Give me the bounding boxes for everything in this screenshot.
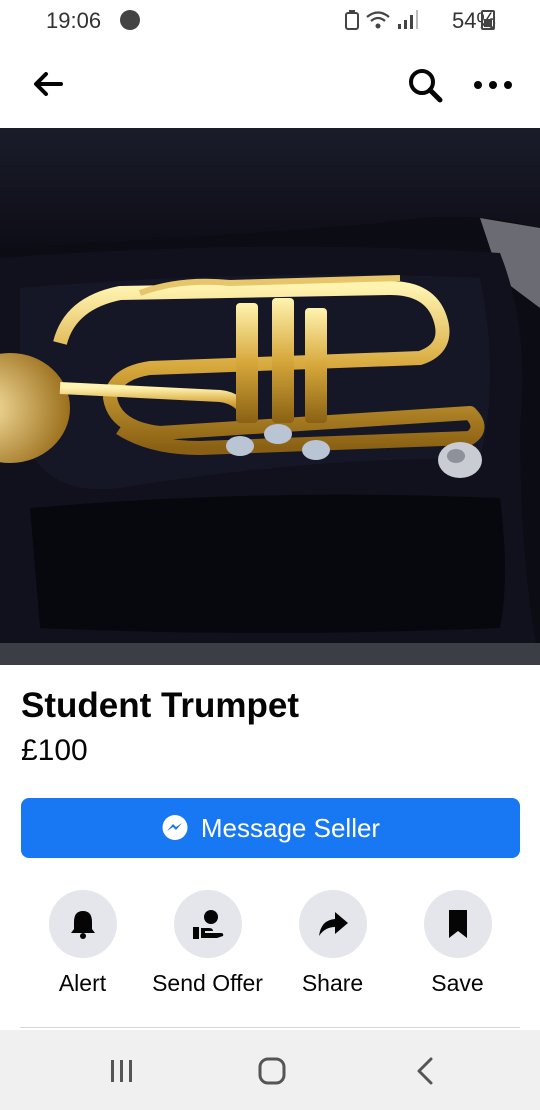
action-row: Alert Send Offer Share Save xyxy=(20,890,520,1010)
data-saver-icon xyxy=(345,10,359,30)
search-button[interactable] xyxy=(404,64,446,106)
messenger-notification-icon xyxy=(120,10,140,30)
status-bar: 19:06 54% xyxy=(0,0,540,40)
wifi-icon xyxy=(366,11,390,29)
save-label: Save xyxy=(431,970,484,996)
more-horizontal-icon xyxy=(474,81,512,89)
divider xyxy=(20,1027,520,1028)
share-button[interactable]: Share xyxy=(270,890,395,997)
nav-back-icon xyxy=(417,1057,433,1085)
bell-icon xyxy=(70,911,95,939)
search-icon xyxy=(409,69,443,103)
listing-photo[interactable] xyxy=(0,128,540,665)
recents-icon xyxy=(111,1060,132,1082)
send-offer-label: Send Offer xyxy=(152,970,263,996)
alert-label: Alert xyxy=(58,970,107,996)
back-button[interactable] xyxy=(28,66,68,102)
messenger-icon xyxy=(162,815,188,840)
offer-hand-icon xyxy=(192,910,223,939)
nav-back-button[interactable] xyxy=(410,1056,440,1086)
message-seller-button[interactable]: Message Seller xyxy=(21,798,520,858)
share-label: Share xyxy=(301,970,364,996)
send-offer-circle xyxy=(173,890,242,958)
listing-price: £100 xyxy=(21,734,88,767)
more-options-button[interactable] xyxy=(470,64,516,106)
message-seller-label: Message Seller xyxy=(200,812,381,843)
battery-icon xyxy=(481,10,495,30)
save-circle xyxy=(423,890,492,958)
share-circle xyxy=(298,890,367,958)
home-icon xyxy=(258,1057,286,1085)
listing-title: Student Trumpet xyxy=(21,686,300,725)
signal-icon xyxy=(398,10,418,29)
status-icons xyxy=(345,10,419,30)
system-nav-bar xyxy=(0,1030,540,1110)
alert-circle xyxy=(48,890,117,958)
status-time: 19:06 xyxy=(46,8,102,33)
trumpet-in-case-image xyxy=(0,128,540,665)
bookmark-icon xyxy=(448,910,467,938)
alert-button[interactable]: Alert xyxy=(20,890,145,997)
send-offer-button[interactable]: Send Offer xyxy=(145,890,270,997)
recents-button[interactable] xyxy=(105,1056,139,1086)
home-button[interactable] xyxy=(255,1056,289,1086)
share-arrow-icon xyxy=(318,912,348,936)
arrow-left-icon xyxy=(34,72,63,96)
app-bar xyxy=(0,40,540,128)
save-button[interactable]: Save xyxy=(395,890,520,997)
